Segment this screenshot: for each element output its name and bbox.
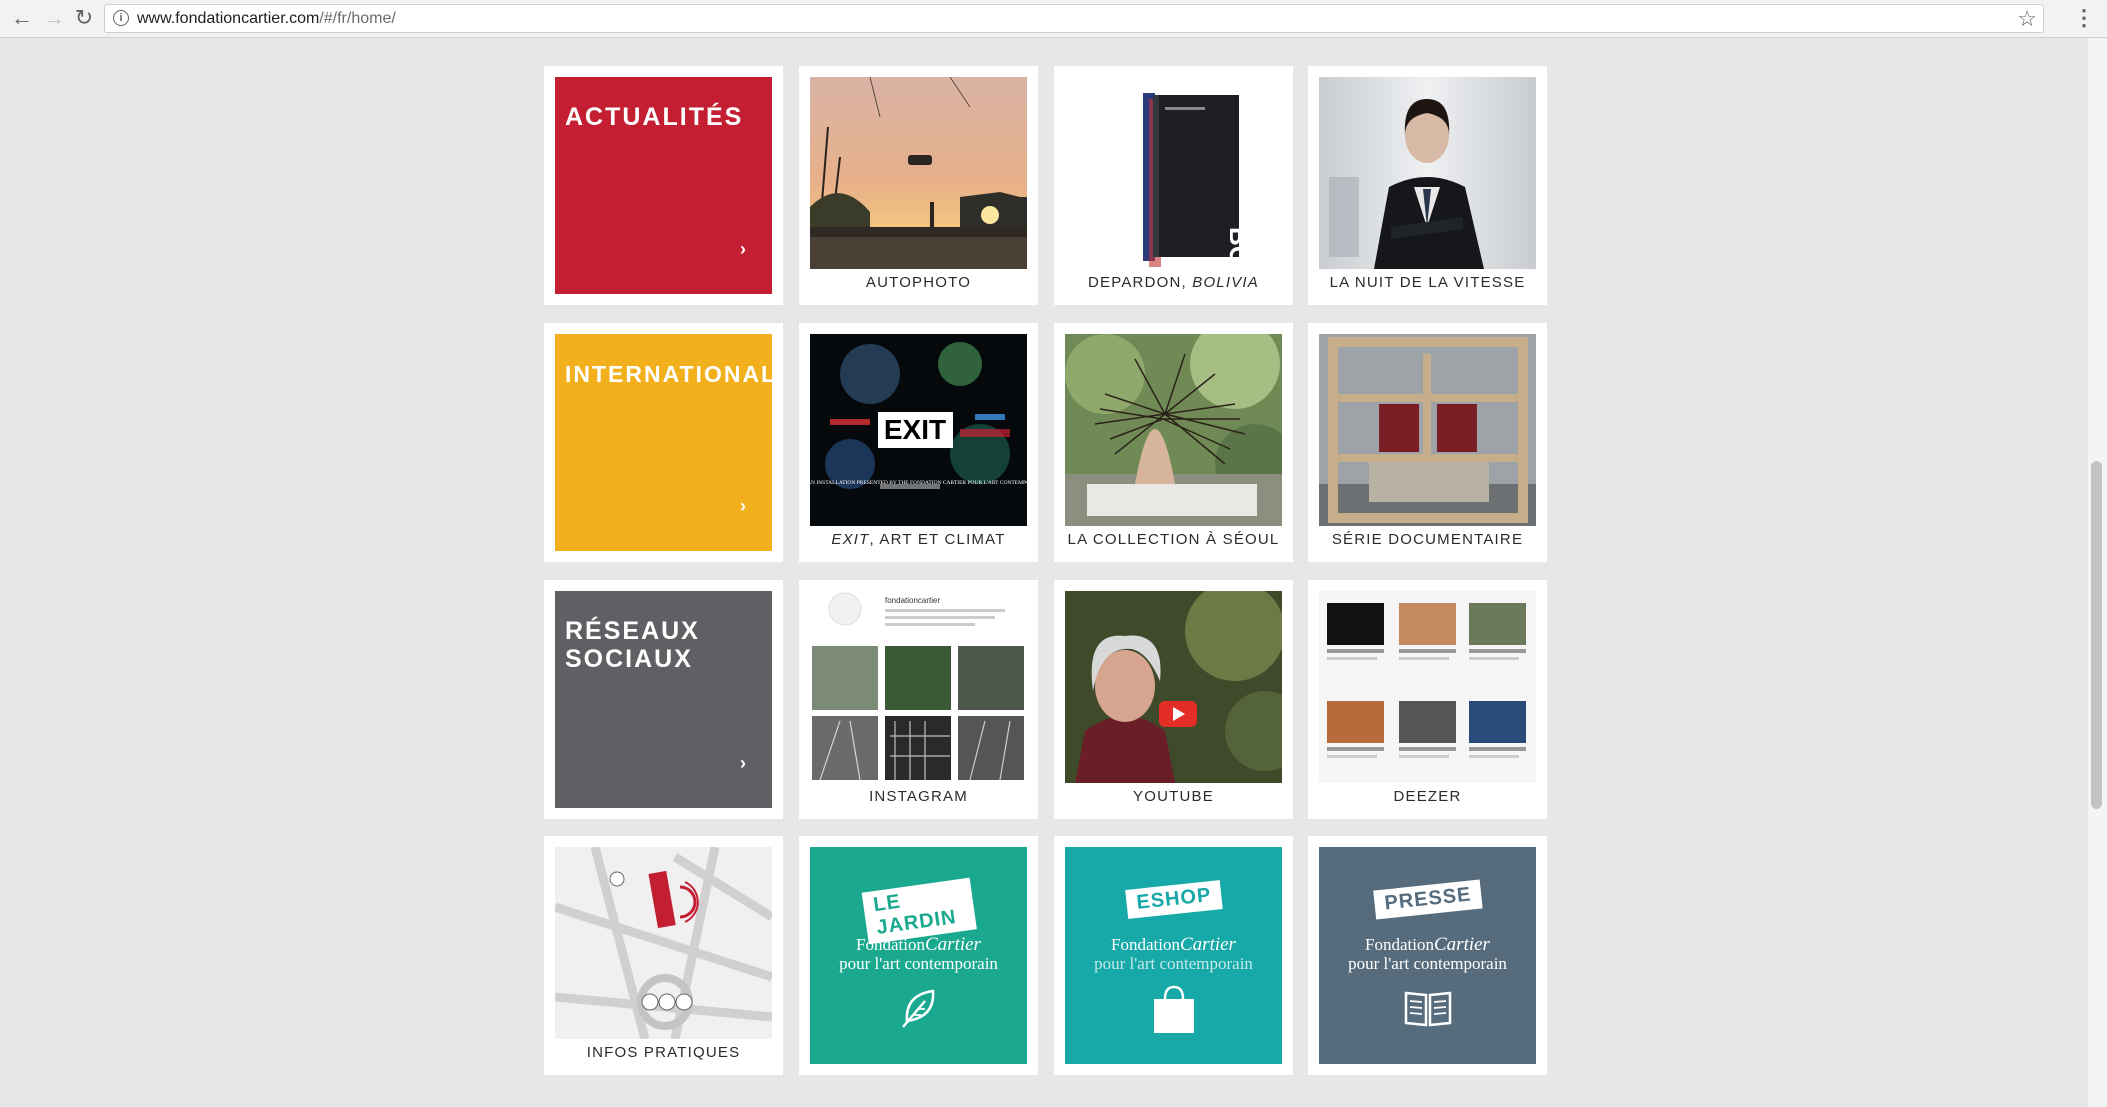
tile-infos-pratiques[interactable]: INFOS PRATIQUES: [544, 836, 783, 1075]
map-image: [555, 847, 772, 1039]
tile-eshop[interactable]: ESHOP FondationCartier pour l'art contem…: [1054, 836, 1293, 1075]
tile-grid: ACTUALITÉS › AUTOPHOTO DEPARDON, BOLIVIA…: [0, 0, 2107, 1107]
deezer-image: [1319, 591, 1536, 783]
tile-exit[interactable]: EXIT EXIT, AN INSTALLATION PRESENTED BY …: [799, 323, 1038, 562]
tile-presse[interactable]: PRESSE FondationCartier pour l'art conte…: [1308, 836, 1547, 1075]
brand-cartier: Cartier: [925, 934, 981, 955]
eshop-panel: ESHOP FondationCartier pour l'art contem…: [1065, 847, 1282, 1064]
chevron-right-icon: ›: [740, 239, 746, 259]
tile-caption: AUTOPHOTO: [865, 274, 972, 291]
caption-part-b: BOLIVIA: [1192, 274, 1259, 291]
tile-title: INTERNATIONAL: [565, 361, 778, 387]
tile-caption: EXIT, ART ET CLIMAT: [799, 531, 1038, 548]
tile-caption: INSTAGRAM: [869, 788, 968, 805]
caption-part-a: DEPARDON,: [1088, 274, 1193, 291]
brand-fondation: Fondation: [856, 935, 925, 954]
autophoto-image: [810, 77, 1027, 269]
caption-part-b: , ART ET CLIMAT: [869, 531, 1006, 548]
tile-le-jardin[interactable]: LE JARDIN FondationCartier pour l'art co…: [799, 836, 1038, 1075]
tile-depardon[interactable]: BOLIVIA DEPARDON, BOLIVIA: [1054, 66, 1293, 305]
brand-line-1: FondationCartier: [810, 935, 1027, 954]
jardin-panel: LE JARDIN FondationCartier pour l'art co…: [810, 847, 1027, 1064]
tile-actualites[interactable]: ACTUALITÉS ›: [544, 66, 783, 305]
instagram-image: fondationcartier: [810, 591, 1027, 783]
tile-caption: YOUTUBE: [1133, 788, 1214, 805]
tile-caption: DEPARDON, BOLIVIA: [1054, 274, 1293, 291]
stamp-label: ESHOP: [1124, 880, 1223, 919]
caption-part-a: EXIT: [831, 531, 870, 548]
international-panel: INTERNATIONAL ›: [555, 334, 778, 551]
youtube-image: [1065, 591, 1282, 783]
brand-fondation: Fondation: [1111, 935, 1180, 954]
serie-image: [1319, 334, 1536, 526]
tile-autophoto[interactable]: AUTOPHOTO: [799, 66, 1038, 305]
brand-cartier: Cartier: [1180, 934, 1236, 955]
tile-title-line-1: RÉSEAUX: [565, 617, 700, 645]
exit-label: EXIT: [884, 414, 946, 445]
tile-youtube[interactable]: YOUTUBE: [1054, 580, 1293, 819]
tile-nuit-vitesse[interactable]: LA NUIT DE LA VITESSE: [1308, 66, 1547, 305]
tile-serie-documentaire[interactable]: SÉRIE DOCUMENTAIRE: [1308, 323, 1547, 562]
exit-sub: EXIT, AN INSTALLATION PRESENTED BY THE F…: [810, 480, 1027, 486]
brand-line-1: FondationCartier: [1319, 935, 1536, 954]
tile-seoul[interactable]: LA COLLECTION À SÉOUL: [1054, 323, 1293, 562]
brand-fondation: Fondation: [1365, 935, 1434, 954]
presse-panel: PRESSE FondationCartier pour l'art conte…: [1319, 847, 1536, 1064]
instagram-handle: fondationcartier: [885, 596, 940, 605]
tile-caption: LA NUIT DE LA VITESSE: [1329, 274, 1526, 291]
chevron-right-icon: ›: [740, 753, 746, 773]
book-spine-text: BOLIVIA: [1224, 227, 1254, 269]
brand-cartier: Cartier: [1434, 934, 1490, 955]
book-icon: [1404, 991, 1451, 1027]
shopping-bag-icon: [1153, 985, 1194, 1033]
actualites-panel: ACTUALITÉS ›: [555, 77, 772, 294]
tile-title: ACTUALITÉS: [565, 103, 744, 131]
stamp-label: PRESSE: [1372, 879, 1483, 920]
tile-deezer[interactable]: DEEZER: [1308, 580, 1547, 819]
depardon-image: BOLIVIA: [1065, 77, 1282, 269]
tile-title-line-2: SOCIAUX: [565, 645, 693, 673]
nuit-vitesse-image: [1319, 77, 1536, 269]
reseaux-panel: RÉSEAUX SOCIAUX ›: [555, 591, 772, 808]
chevron-right-icon: ›: [740, 496, 746, 516]
tile-international[interactable]: INTERNATIONAL ›: [544, 323, 783, 562]
tile-caption: SÉRIE DOCUMENTAIRE: [1331, 531, 1524, 548]
tile-title: RÉSEAUX SOCIAUX: [565, 617, 766, 673]
seoul-image: [1065, 334, 1282, 526]
tile-caption: LA COLLECTION À SÉOUL: [1067, 531, 1280, 548]
tile-caption: INFOS PRATIQUES: [586, 1044, 741, 1061]
brand-line-1: FondationCartier: [1065, 935, 1282, 954]
brand-line-2: pour l'art contemporain: [839, 954, 998, 973]
tile-reseaux-sociaux[interactable]: RÉSEAUX SOCIAUX ›: [544, 580, 783, 819]
exit-image: EXIT EXIT, AN INSTALLATION PRESENTED BY …: [810, 334, 1027, 526]
tile-instagram[interactable]: fondationcartier INSTAGRAM: [799, 580, 1038, 819]
brand-line-2: pour l'art contemporain: [1094, 954, 1253, 973]
brand-line-2: pour l'art contemporain: [1348, 954, 1507, 973]
leaf-icon: [901, 989, 934, 1028]
tile-caption: DEEZER: [1393, 788, 1462, 805]
